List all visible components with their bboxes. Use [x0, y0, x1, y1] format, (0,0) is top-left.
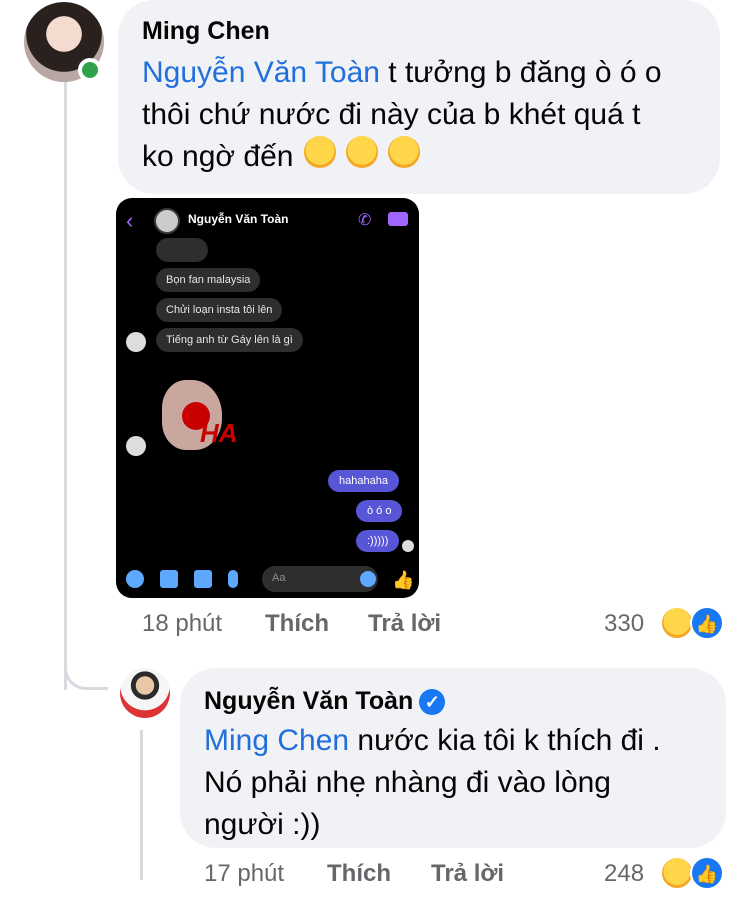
rofl-emoji-icon [346, 136, 379, 169]
like-button[interactable]: Thích [265, 610, 329, 638]
sender-avatar [126, 332, 146, 352]
camera-icon [160, 570, 178, 588]
chevron-left-icon: ‹ [126, 208, 134, 233]
chat-message-in: Bọn fan malaysia [156, 268, 261, 292]
comment-text: Nguyễn Văn Toàn t tưởng b đăng ò ó o thô… [142, 52, 696, 180]
read-receipt-avatar [402, 540, 414, 552]
thread-line-reply [140, 730, 143, 880]
chat-message-in: Chửi loạn insta tôi lên [156, 298, 283, 322]
like-button[interactable]: Thích [327, 860, 391, 888]
reply-text: Ming Chen nước kia tôi k thích đi . Nó p… [204, 724, 661, 841]
sender-avatar [126, 436, 146, 456]
rofl-emoji-icon [303, 136, 336, 169]
contact-name: Nguyễn Văn Toàn [188, 212, 289, 226]
reaction-count[interactable]: 248 [604, 860, 644, 888]
sticker-text: HA [200, 418, 238, 448]
mention-link[interactable]: Nguyễn Văn Toàn [142, 56, 380, 89]
video-icon [388, 212, 408, 226]
thread-line [64, 80, 67, 690]
thread-connector [64, 640, 108, 690]
reply-author[interactable]: Nguyễn Văn Toàn ✓ [204, 686, 702, 716]
like-reaction-icon: 👍 [690, 856, 724, 890]
verified-badge-icon: ✓ [419, 689, 446, 716]
reply-time[interactable]: 17 phút [204, 860, 284, 888]
reply-button[interactable]: Trả lời [368, 610, 441, 638]
plus-icon [126, 570, 144, 588]
chat-message-out: ò ó o [356, 500, 403, 522]
chat-message-in: Tiếng anh từ Gáy lên là gì [156, 328, 303, 352]
chat-bubble-blank [156, 238, 208, 262]
thumbs-up-icon: 👍 [392, 570, 415, 590]
image-icon [194, 570, 212, 588]
mention-link[interactable]: Ming Chen [204, 724, 349, 757]
chat-header: ‹ Nguyễn Văn Toàn ✆ [116, 198, 419, 242]
online-status-dot [78, 58, 102, 82]
comment-author[interactable]: Ming Chen [142, 16, 696, 46]
contact-avatar [154, 208, 180, 234]
comment-time[interactable]: 18 phút [142, 610, 222, 638]
like-reaction-icon: 👍 [690, 606, 724, 640]
chat-composer: Aa 👍 [116, 562, 419, 598]
reply-bubble: Nguyễn Văn Toàn ✓ Ming Chen nước kia tôi … [180, 668, 726, 848]
comment-bubble: Ming Chen Nguyễn Văn Toàn t tưởng b đăng… [118, 0, 720, 194]
attached-chat-screenshot[interactable]: ‹ Nguyễn Văn Toàn ✆ Bọn fan malaysia Chử… [116, 198, 419, 598]
haha-reaction-icon [660, 606, 694, 640]
emoji-icon [360, 571, 376, 587]
phone-icon: ✆ [358, 212, 372, 229]
reply-button[interactable]: Trả lời [431, 860, 504, 888]
avatar-nguyen-van-toan[interactable] [120, 668, 170, 718]
laughing-sticker: HA [152, 370, 262, 460]
chat-message-out: hahahaha [328, 470, 399, 492]
chat-message-out: :))))) [356, 530, 400, 552]
rofl-emoji-icon [388, 136, 421, 169]
emoji-group [302, 136, 421, 180]
microphone-icon [228, 570, 238, 588]
reaction-count[interactable]: 330 [604, 610, 644, 638]
haha-reaction-icon [660, 856, 694, 890]
